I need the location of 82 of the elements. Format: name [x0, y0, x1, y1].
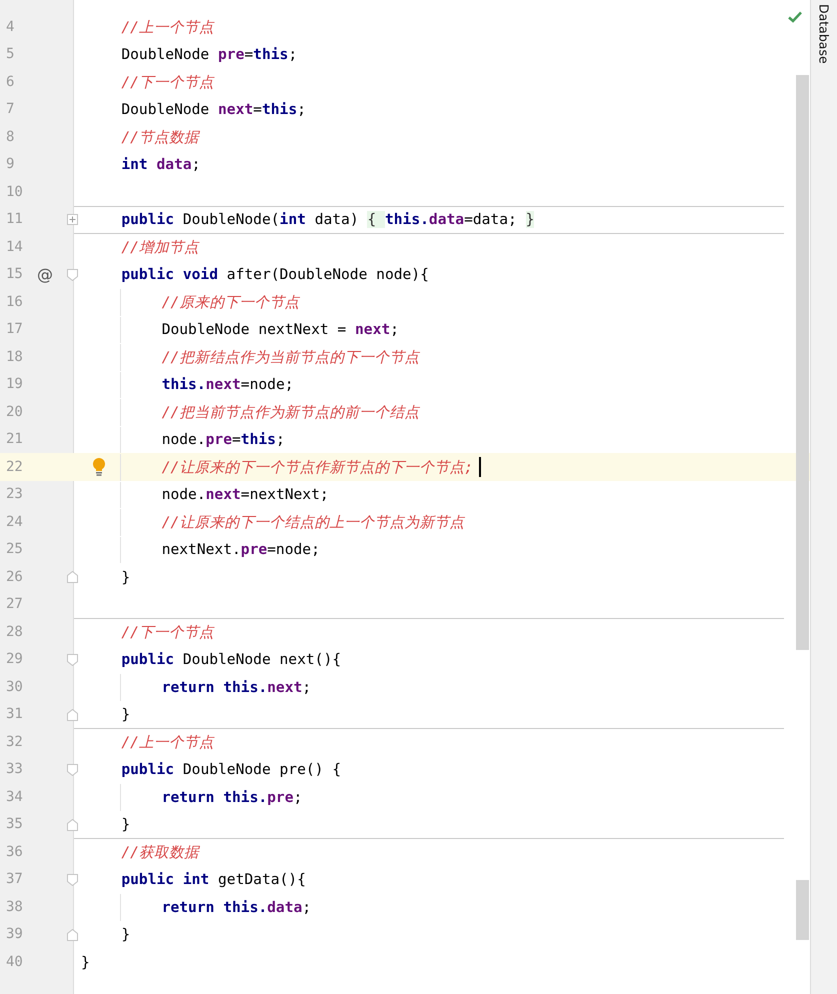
code-line: } [121, 568, 130, 586]
code-line: //获取数据 [121, 842, 199, 862]
code-line: } [121, 926, 130, 944]
line-number: 17 [6, 321, 24, 338]
line-number: 8 [6, 128, 16, 145]
line-number: 5 [6, 46, 16, 62]
line-number: 16 [6, 294, 24, 310]
code-line: return this.data; [162, 898, 312, 916]
code-line: //节点数据 [121, 128, 199, 147]
line-number: 19 [6, 376, 24, 392]
code-line: int data; [121, 156, 200, 174]
fold-marker-icon[interactable] [67, 928, 78, 940]
fold-marker-icon[interactable] [67, 268, 78, 280]
line-number: 4 [6, 18, 16, 35]
code-line: DoubleNode nextNext = next; [162, 321, 399, 338]
fold-marker-icon[interactable] [67, 764, 78, 776]
fold-marker-icon[interactable] [67, 818, 78, 830]
line-number: 11 [6, 211, 24, 228]
code-line: //增加节点 [121, 238, 199, 257]
code-line: node.pre=this; [162, 431, 285, 448]
line-number: 9 [6, 156, 16, 172]
line-number: 38 [6, 898, 24, 915]
code-line: } [121, 816, 130, 834]
code-line: nextNext.pre=node; [162, 541, 320, 558]
line-number: 14 [6, 238, 24, 255]
line-number: 26 [6, 568, 24, 585]
line-number: 28 [6, 624, 24, 640]
code-line: return this.pre; [162, 788, 302, 806]
line-number: 22 [6, 458, 24, 475]
line-number: 34 [6, 788, 24, 805]
code-line: public DoubleNode pre() { [121, 761, 342, 778]
fold-marker-icon[interactable] [67, 874, 78, 886]
code-line: node.next=nextNext; [162, 486, 329, 504]
line-number: 7 [6, 101, 16, 118]
line-number: 24 [6, 514, 24, 530]
lightbulb-icon[interactable] [92, 458, 106, 476]
code-line: //让原来的下一个结点的上一个节点为新节点 [162, 512, 464, 532]
line-number: 36 [6, 844, 24, 860]
code-line: //上一个节点 [121, 732, 214, 752]
code-line: //上一个节点 [121, 18, 214, 37]
line-number: 30 [6, 678, 24, 695]
line-number: 20 [6, 404, 24, 420]
code-line: public DoubleNode(int data) { this.data=data; } [121, 211, 534, 228]
fold-marker-icon[interactable] [67, 654, 78, 666]
code-line: } [121, 706, 130, 724]
line-number: 21 [6, 431, 24, 448]
line-number: 40 [6, 954, 24, 970]
check-icon[interactable] [788, 11, 802, 23]
code-line: public int getData(){ [121, 871, 306, 888]
code-line: return this.next; [162, 678, 312, 696]
code-line: public DoubleNode next(){ [121, 651, 342, 668]
code-line: public void after(DoubleNode node){ [121, 266, 429, 284]
line-number: 39 [6, 926, 24, 942]
fold-marker-icon[interactable] [67, 708, 78, 720]
line-number: 29 [6, 651, 24, 668]
code-line: //让原来的下一个节点作新节点的下一个节点; [162, 458, 474, 477]
override-marker[interactable]: @ [37, 264, 53, 284]
expand-icon[interactable] [67, 214, 78, 224]
line-number: 15 [6, 266, 24, 282]
code-line: //下一个节点 [121, 622, 214, 642]
scrollbar-thumb[interactable] [796, 75, 809, 650]
code-line: //下一个节点 [121, 72, 214, 92]
code-line: } [81, 954, 90, 971]
line-number: 18 [6, 348, 24, 365]
line-number: 37 [6, 871, 24, 888]
line-number: 23 [6, 486, 24, 502]
line-number: 33 [6, 761, 24, 778]
fold-marker-icon[interactable] [67, 571, 78, 583]
code-line: DoubleNode next=this; [121, 101, 306, 118]
line-number: 27 [6, 596, 24, 612]
text-caret [479, 457, 482, 478]
code-line: this.next=node; [162, 376, 294, 394]
code-line: //原来的下一个节点 [162, 292, 300, 312]
line-number: 6 [6, 74, 16, 90]
line-number: 31 [6, 706, 24, 722]
line-number: 32 [6, 734, 24, 750]
line-number: 25 [6, 541, 24, 558]
code-line: DoubleNode pre=this; [121, 46, 298, 64]
code-line: //把当前节点作为新节点的前一个结点 [162, 402, 420, 422]
line-number: 35 [6, 816, 24, 832]
line-number: 10 [6, 184, 24, 200]
code-line: //把新结点作为当前节点的下一个节点 [162, 348, 420, 367]
